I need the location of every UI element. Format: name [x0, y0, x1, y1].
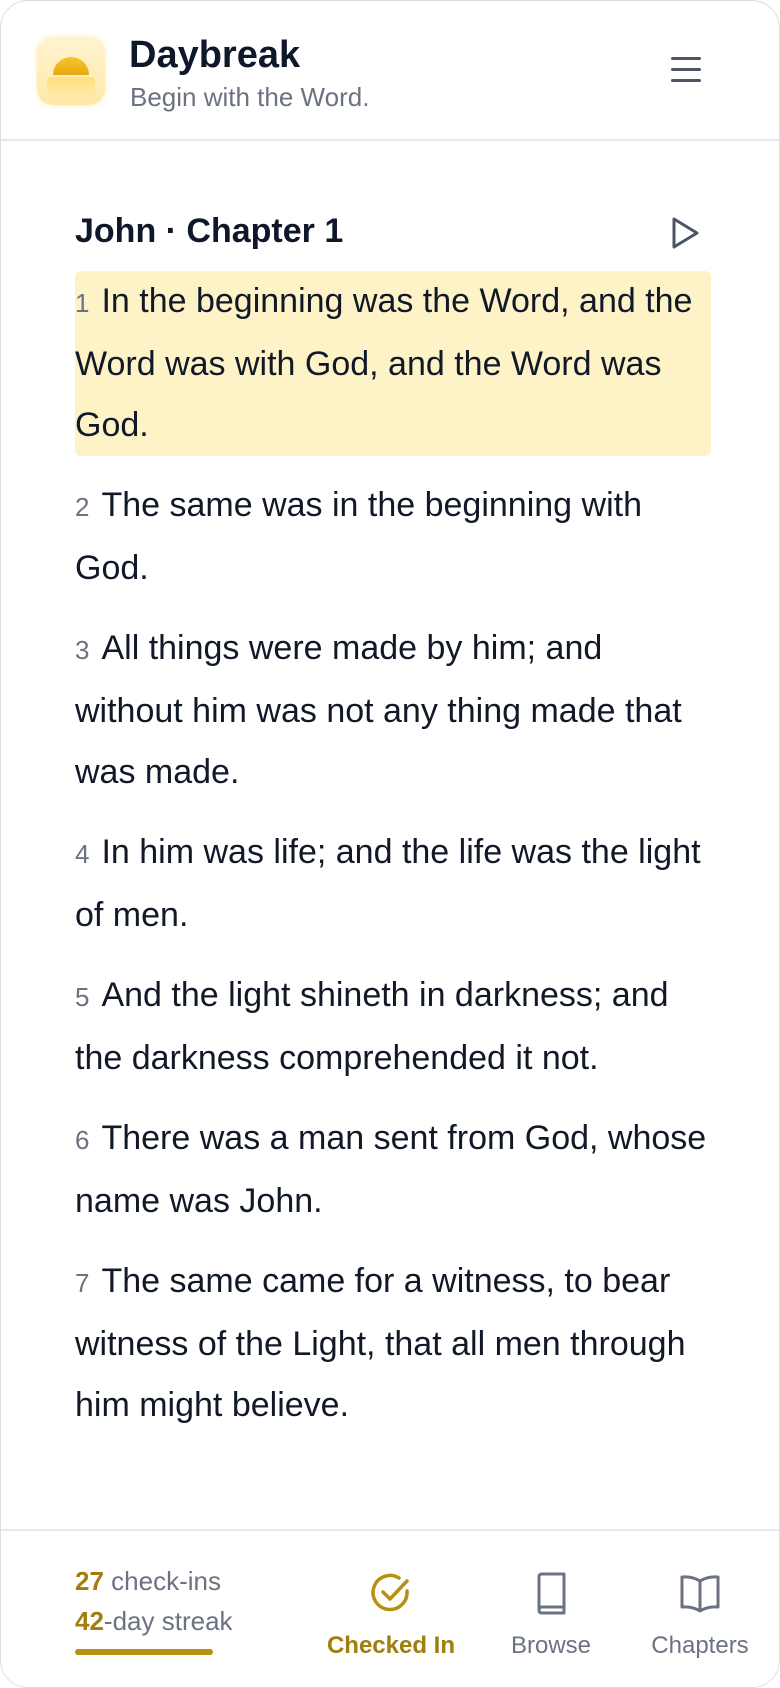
- nav-label: Browse: [510, 1632, 592, 1659]
- verse-list: 1 In the beginning was the Word, and the …: [75, 271, 711, 1455]
- verse-6[interactable]: 6 There was a man sent from God, whose na…: [75, 1108, 711, 1232]
- app-title: Daybreak: [129, 34, 301, 76]
- verse-3[interactable]: 3 All things were made by him; and withou…: [75, 618, 711, 803]
- verse-number: 4: [75, 839, 90, 869]
- verse-7[interactable]: 7 The same came for a witness, to bear wi…: [75, 1251, 711, 1436]
- verse-number: 3: [75, 635, 90, 665]
- nav-label: Checked In: [326, 1632, 456, 1659]
- verse-text: There was a man sent from God, whose nam…: [75, 1119, 707, 1220]
- open-book-icon: [645, 1571, 755, 1623]
- verse-text: The same came for a witness, to bear wit…: [75, 1262, 686, 1424]
- checkins-count: 27: [75, 1566, 104, 1596]
- app-frame: Daybreak Begin with the Word. John · Cha…: [0, 0, 780, 1688]
- verse-2[interactable]: 2 The same was in the beginning with God.: [75, 475, 711, 599]
- verse-text: In him was life; and the life was the li…: [75, 833, 701, 934]
- verse-4[interactable]: 4 In him was life; and the life was the l…: [75, 822, 711, 946]
- verse-text: The same was in the beginning with God.: [75, 486, 642, 587]
- bottom-bar: 27 check-ins 42-day streak Checked In Br…: [1, 1529, 779, 1687]
- verse-5[interactable]: 5 And the light shineth in darkness; and …: [75, 965, 711, 1089]
- verse-number: 6: [75, 1125, 90, 1155]
- hamburger-menu-icon[interactable]: [665, 51, 705, 89]
- checkins-label: check-ins: [103, 1566, 221, 1596]
- app-tagline: Begin with the Word.: [130, 82, 370, 112]
- play-icon[interactable]: [669, 215, 701, 251]
- checkins-stat: 27 check-ins: [75, 1561, 233, 1601]
- nav-chapters[interactable]: Chapters: [645, 1571, 755, 1661]
- sunrise-icon: [37, 37, 105, 105]
- verse-number: 7: [75, 1268, 90, 1298]
- streak-progress-bar: [75, 1649, 213, 1655]
- book-icon: [501, 1571, 601, 1623]
- check-circle-icon: [323, 1571, 459, 1623]
- verse-number: 5: [75, 982, 90, 1012]
- verse-1[interactable]: 1 In the beginning was the Word, and the …: [75, 271, 711, 456]
- streak-label: -day streak: [103, 1606, 233, 1636]
- verse-text: And the light shineth in darkness; and t…: [75, 976, 669, 1077]
- verse-text: All things were made by him; and without…: [75, 629, 682, 791]
- streak-count: 42: [75, 1606, 104, 1636]
- verse-number: 1: [75, 288, 90, 318]
- verse-text: In the beginning was the Word, and the W…: [75, 282, 693, 444]
- reading-stats: 27 check-ins 42-day streak: [75, 1561, 233, 1641]
- nav-browse[interactable]: Browse: [501, 1571, 601, 1661]
- verse-number: 2: [75, 492, 90, 522]
- app-header: Daybreak Begin with the Word.: [1, 1, 779, 141]
- nav-label: Chapters: [651, 1632, 749, 1659]
- streak-stat: 42-day streak: [75, 1601, 233, 1641]
- chapter-title: John · Chapter 1: [75, 212, 344, 250]
- nav-checked-in[interactable]: Checked In: [323, 1571, 459, 1661]
